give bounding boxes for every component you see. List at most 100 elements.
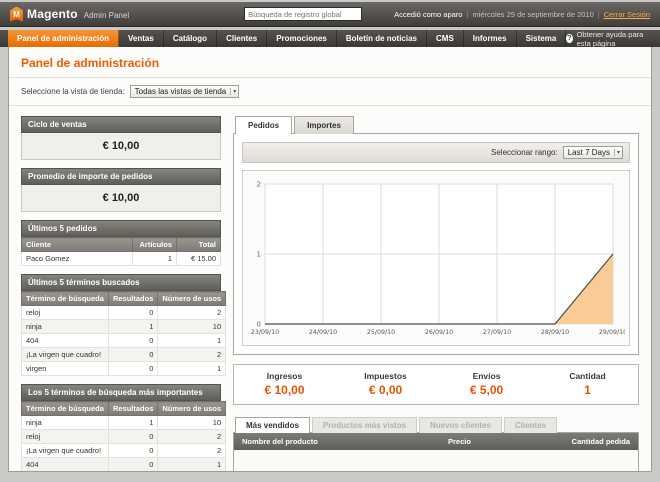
store-view-select[interactable]: Todas las vistas de tienda ▾ xyxy=(130,85,240,98)
table-cell: 1 xyxy=(158,458,226,472)
table-row[interactable]: ninja110 xyxy=(22,320,226,334)
table-cell: 1 xyxy=(158,362,226,376)
main-nav: Panel de administraciónVentasCatálogoCli… xyxy=(0,30,660,47)
table-cell: € 15.00 xyxy=(177,252,221,266)
header-meta: Accedió como aparo | miércoles 29 de sep… xyxy=(394,10,650,19)
sidebar-table-box: Los 5 términos de búsqueda más important… xyxy=(21,384,221,472)
store-view-label: Seleccione la vista de tienda: xyxy=(21,87,125,96)
stat-cell: Ingresos € 10,00 xyxy=(234,371,335,397)
nav-item[interactable]: Panel de administración xyxy=(8,30,119,47)
global-search-input[interactable] xyxy=(244,7,362,21)
nav-item[interactable]: Sistema xyxy=(517,30,567,47)
table-cell: 2 xyxy=(158,430,226,444)
nav-item[interactable]: Catálogo xyxy=(164,30,217,47)
tab-importes[interactable]: Importes xyxy=(294,116,354,134)
grid-tab: Productos más vistos xyxy=(312,417,417,433)
tab-pedidos[interactable]: Pedidos xyxy=(235,116,292,134)
page-help-link[interactable]: ? Obtener ayuda para esta página xyxy=(566,30,652,47)
table-cell: reloj xyxy=(22,306,109,320)
sidebar-table: Término de búsquedaResultadosNúmero de u… xyxy=(21,401,226,472)
nav-item[interactable]: Informes xyxy=(464,30,517,47)
stat-label: Ingresos xyxy=(234,371,335,381)
table-cell: 404 xyxy=(22,458,109,472)
table-row[interactable]: ¡La virgen que cuadro!02 xyxy=(22,444,226,458)
svg-text:23/09/10: 23/09/10 xyxy=(251,329,279,336)
stat-value: € 0,00 xyxy=(335,383,436,397)
stat-cell: Cantidad1 xyxy=(537,371,638,397)
table-cell: ¡La virgen que cuadro! xyxy=(22,348,109,362)
nav-item[interactable]: CMS xyxy=(427,30,464,47)
table-row[interactable]: ninja110 xyxy=(22,416,226,430)
table-cell: reloj xyxy=(22,430,109,444)
svg-text:0: 0 xyxy=(257,321,261,329)
table-row[interactable]: reloj02 xyxy=(22,430,226,444)
table-row[interactable]: ¡La virgen que cuadro!02 xyxy=(22,348,226,362)
column-header: Término de búsqueda xyxy=(22,402,109,416)
nav-item[interactable]: Promociones xyxy=(267,30,337,47)
orders-chart: 01223/09/1024/09/1025/09/1026/09/1027/09… xyxy=(242,170,630,346)
sidebar-table-box: Últimos 5 pedidosClienteArtículosTotalPa… xyxy=(21,220,221,266)
grid-tab[interactable]: Más vendidos xyxy=(235,417,310,433)
table-row[interactable]: 40401 xyxy=(22,458,226,472)
table-cell: 2 xyxy=(158,444,226,458)
table-cell: 1 xyxy=(158,472,226,473)
sidebar-table: Término de búsquedaResultadosNúmero de u… xyxy=(21,291,226,376)
magento-logo-icon: M xyxy=(10,7,23,22)
table-row[interactable]: virgen01 xyxy=(22,362,226,376)
column-header: Cliente xyxy=(22,238,133,252)
table-row[interactable]: virge01 xyxy=(22,472,226,473)
sidebar-table: ClienteArtículosTotalPaco Gomez1€ 15.00 xyxy=(21,237,221,266)
table-cell: Paco Gomez xyxy=(22,252,133,266)
svg-text:2: 2 xyxy=(257,181,261,189)
logout-link[interactable]: Cerrar Sesión xyxy=(604,10,650,19)
products-grid: Nombre del productoPrecioCantidad pedida… xyxy=(233,432,639,472)
stat-value: 1 xyxy=(537,383,638,397)
stat-label: Envíos xyxy=(436,371,537,381)
stat-cell: Envíos € 5,00 xyxy=(436,371,537,397)
table-cell: 0 xyxy=(108,348,157,362)
nav-item[interactable]: Boletín de noticias xyxy=(337,30,427,47)
store-view-value: Todas las vistas de tienda xyxy=(135,87,227,96)
chevron-down-icon: ▾ xyxy=(614,149,620,156)
stat-value: € 10,00 xyxy=(234,383,335,397)
svg-text:25/09/10: 25/09/10 xyxy=(367,329,395,336)
table-row[interactable]: Paco Gomez1€ 15.00 xyxy=(22,252,221,266)
grid-tab: Nuevos clientes xyxy=(419,417,502,433)
logo-text: Magento xyxy=(27,7,78,21)
table-cell: 2 xyxy=(158,348,226,362)
grid-empty-row: No se encontraron registros. xyxy=(234,450,638,472)
table-row[interactable]: 40401 xyxy=(22,334,226,348)
summary-value: € 10,00 xyxy=(21,185,221,212)
orders-panel: Seleccionar rango: Last 7 Days ▾ 0 1 2 23/0… xyxy=(233,133,639,355)
table-cell: ¡La virgen que cuadro! xyxy=(22,444,109,458)
range-label: Seleccionar rango: xyxy=(491,148,558,157)
admin-page: M Magento Admin Panel Accedió como aparo… xyxy=(0,2,660,472)
table-cell: 10 xyxy=(158,416,226,430)
logo-subtitle: Admin Panel xyxy=(84,11,129,20)
table-row[interactable]: reloj02 xyxy=(22,306,226,320)
table-cell: 1 xyxy=(108,320,157,334)
nav-items: Panel de administraciónVentasCatálogoCli… xyxy=(8,30,566,47)
totals-bar: Ingresos€ 10,00Impuestos€ 0,00Envíos€ 5,… xyxy=(233,364,639,405)
magento-logo[interactable]: M Magento Admin Panel xyxy=(10,7,129,22)
column-header: Artículos xyxy=(133,238,177,252)
stat-value: € 5,00 xyxy=(436,383,537,397)
range-value: Last 7 Days xyxy=(568,148,610,157)
content-area: Panel de administración Seleccione la vi… xyxy=(8,47,652,472)
grid-column-header: Cantidad pedida xyxy=(538,437,630,446)
range-select[interactable]: Last 7 Days ▾ xyxy=(563,146,623,159)
dashboard-sidebar: Ciclo de ventas€ 10,00Promedio de import… xyxy=(21,116,221,472)
section-title: Últimos 5 pedidos xyxy=(21,220,221,237)
nav-item[interactable]: Ventas xyxy=(119,30,164,47)
svg-text:1: 1 xyxy=(257,251,261,259)
chart-toolbar: Seleccionar rango: Last 7 Days ▾ xyxy=(242,142,630,163)
dashboard-columns: Ciclo de ventas€ 10,00Promedio de import… xyxy=(9,106,651,472)
section-title: Los 5 términos de búsqueda más important… xyxy=(21,384,221,401)
nav-item[interactable]: Clientes xyxy=(217,30,267,47)
area-chart: 01223/09/1024/09/1025/09/1026/09/1027/09… xyxy=(247,174,625,342)
table-cell: ninja xyxy=(22,416,109,430)
table-cell: virgen xyxy=(22,362,109,376)
table-cell: 10 xyxy=(158,320,226,334)
table-cell: 0 xyxy=(108,306,157,320)
sidebar-table-box: Últimos 5 términos buscadosTérmino de bú… xyxy=(21,274,221,376)
